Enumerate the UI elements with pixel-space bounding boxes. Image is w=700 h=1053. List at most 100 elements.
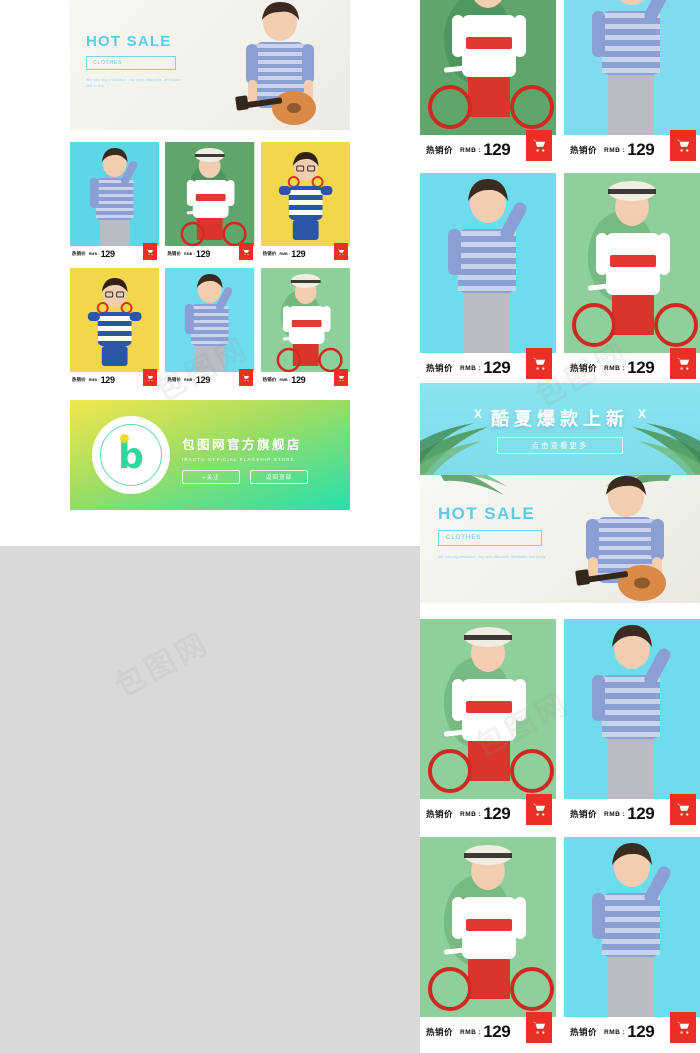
price-amount: 129 bbox=[627, 140, 655, 159]
back-to-top-button[interactable]: 返回顶部 bbox=[250, 470, 308, 484]
price-currency: RMB : bbox=[460, 146, 482, 154]
hero-subtitle-box: CLOTHES bbox=[86, 56, 176, 70]
product-card[interactable]: 热销价 RMB : 129 bbox=[564, 837, 700, 1047]
product-photo bbox=[420, 837, 556, 1017]
shopping-cart-icon[interactable] bbox=[238, 243, 253, 260]
promo-decor-right: X bbox=[637, 407, 646, 421]
price-prefix: 热销价 bbox=[262, 377, 277, 382]
product-card[interactable]: 热销价 RMB : 129 bbox=[420, 837, 556, 1047]
product-card[interactable]: 热销价 RMB : 129 bbox=[420, 173, 556, 383]
product-price-bar: 热销价 RMB : 129 bbox=[260, 243, 350, 262]
product-price-bar: 热销价 RMB : 129 bbox=[564, 1012, 700, 1047]
product-photo bbox=[420, 173, 556, 353]
right-product-grid-top: 热销价 RMB : 129 热销价 RMB: 129 bbox=[420, 0, 700, 165]
price-currency: RMB : bbox=[604, 1028, 626, 1036]
shopping-cart-icon[interactable] bbox=[670, 130, 696, 161]
right-product-grid-fourth: 热销价 RMB : 129 热销价 RMB: 129 bbox=[420, 837, 700, 1047]
shopping-cart-icon[interactable] bbox=[526, 348, 552, 379]
product-photo bbox=[70, 268, 160, 372]
hero-banner: HOT SALE CLOTHES Win your big production… bbox=[70, 0, 350, 130]
price-amount: 129 bbox=[100, 249, 115, 259]
product-price-bar: 热销价 RMB : 129 bbox=[564, 348, 700, 383]
hero-description: Win your big production, buy more discou… bbox=[86, 78, 183, 89]
product-price-bar: 热销价 RMB : 129 bbox=[70, 243, 160, 262]
product-price-bar: 热销价 RMB : 129 bbox=[165, 369, 255, 388]
price-currency: RMB : bbox=[184, 378, 195, 382]
promo-banner: X 酷夏爆款上新 X 点击查看更多 bbox=[420, 383, 700, 475]
product-card[interactable]: 热销价 RMB : 129 bbox=[70, 268, 160, 388]
price-currency: RMB : bbox=[604, 364, 626, 372]
shopping-cart-icon[interactable] bbox=[238, 369, 253, 386]
product-price-bar: 热销价 RMB : 129 bbox=[420, 794, 556, 829]
product-photo bbox=[70, 142, 160, 246]
price-currency: RMB : bbox=[604, 146, 626, 154]
store-name-cn: 包图网官方旗舰店 bbox=[182, 438, 303, 452]
hero-title: HOT SALE bbox=[438, 504, 536, 523]
price-amount: 129 bbox=[195, 375, 211, 385]
product-card[interactable]: 热销价 RMB : 129 bbox=[165, 268, 255, 388]
product-card[interactable]: 热销价 RMB : 129 bbox=[564, 619, 700, 829]
product-photo bbox=[165, 268, 255, 372]
product-photo bbox=[420, 619, 556, 799]
hero-title: HOT SALE bbox=[86, 33, 172, 50]
product-price-bar: 热销价 RMB : 129 bbox=[70, 369, 160, 388]
price-currency: RMB : bbox=[604, 810, 626, 818]
shopping-cart-icon[interactable] bbox=[526, 1012, 552, 1043]
price-currency: RMB : bbox=[460, 1028, 482, 1036]
store-name-en: IBAOTU OFFICIAL FLAGSHIP STORE bbox=[182, 457, 295, 462]
product-card[interactable]: 热销价 RMB : 129 bbox=[420, 619, 556, 829]
hero-model-photo bbox=[220, 0, 340, 130]
product-card[interactable]: 热销价 RMB : 129 bbox=[420, 0, 556, 165]
promo-title: 酷夏爆款上新 bbox=[491, 409, 629, 429]
logo-dot-icon bbox=[120, 434, 129, 443]
shopping-cart-icon[interactable] bbox=[334, 243, 348, 260]
shopping-cart-icon[interactable] bbox=[670, 1012, 696, 1043]
shopping-cart-icon[interactable] bbox=[526, 130, 552, 161]
shopping-cart-icon[interactable] bbox=[143, 243, 158, 260]
promo-view-more-button[interactable]: 点击查看更多 bbox=[497, 437, 623, 454]
price-amount: 129 bbox=[291, 375, 306, 385]
product-card[interactable]: 热销价 RMB : 129 bbox=[70, 142, 160, 262]
shopping-cart-icon[interactable] bbox=[334, 369, 348, 386]
right-product-grid-second: 热销价 RMB : 129 热销价 RMB: 129 bbox=[420, 173, 700, 383]
palm-leaf-icon bbox=[440, 475, 508, 495]
price-currency: RMB : bbox=[460, 364, 482, 372]
product-price-bar: 热销价 RMB : 129 bbox=[564, 794, 700, 829]
store-name-block: 包图网官方旗舰店 IBAOTU OFFICIAL FLAGSHIP STORE bbox=[182, 434, 342, 462]
logo-letter: b bbox=[118, 436, 144, 477]
hero-model-photo bbox=[560, 475, 692, 603]
price-prefix: 热销价 bbox=[167, 251, 182, 256]
baotu-b-logo-icon: b bbox=[100, 424, 162, 486]
price-amount: 129 bbox=[483, 1022, 511, 1041]
product-card[interactable]: 热销价 RMB : 129 bbox=[564, 0, 700, 165]
product-photo bbox=[165, 142, 255, 246]
product-card[interactable]: 热销价 RMB : 129 bbox=[165, 142, 255, 262]
product-card[interactable]: 热销价 RMB : 129 bbox=[260, 268, 350, 388]
price-prefix: 热销价 bbox=[570, 809, 598, 819]
price-amount: 129 bbox=[195, 249, 211, 259]
price-prefix: 热销价 bbox=[570, 145, 598, 155]
follow-button[interactable]: +关注 bbox=[182, 470, 240, 484]
shopping-cart-icon[interactable] bbox=[526, 794, 552, 825]
price-currency: RMB : bbox=[184, 252, 195, 256]
price-prefix: 热销价 bbox=[426, 809, 454, 819]
price-prefix: 热销价 bbox=[570, 363, 598, 373]
product-card[interactable]: 热销价 RMB : 129 bbox=[564, 173, 700, 383]
shopping-cart-icon[interactable] bbox=[670, 794, 696, 825]
price-prefix: 热销价 bbox=[72, 377, 86, 382]
shopping-cart-icon[interactable] bbox=[670, 348, 696, 379]
price-currency: RMB : bbox=[460, 810, 482, 818]
price-prefix: 热销价 bbox=[426, 363, 454, 373]
product-card[interactable]: 热销价 RMB : 129 bbox=[260, 142, 350, 262]
price-prefix: 热销价 bbox=[72, 251, 86, 256]
product-photo bbox=[420, 0, 556, 135]
hero-description: Win your big production, buy more discou… bbox=[438, 555, 546, 559]
right-product-grid-third: 热销价 RMB : 129 热销价 RMB: 129 bbox=[420, 619, 700, 829]
price-amount: 129 bbox=[483, 140, 511, 159]
price-prefix: 热销价 bbox=[262, 251, 277, 256]
product-photo bbox=[564, 173, 700, 353]
store-action-buttons: +关注 返回顶部 bbox=[182, 470, 308, 484]
product-price-bar: 热销价 RMB : 129 bbox=[260, 369, 350, 388]
shopping-cart-icon[interactable] bbox=[143, 369, 158, 386]
left-product-grid: 热销价 RMB : 129 热销价 RMB: 129 热销价 RMB: 12… bbox=[70, 142, 350, 388]
